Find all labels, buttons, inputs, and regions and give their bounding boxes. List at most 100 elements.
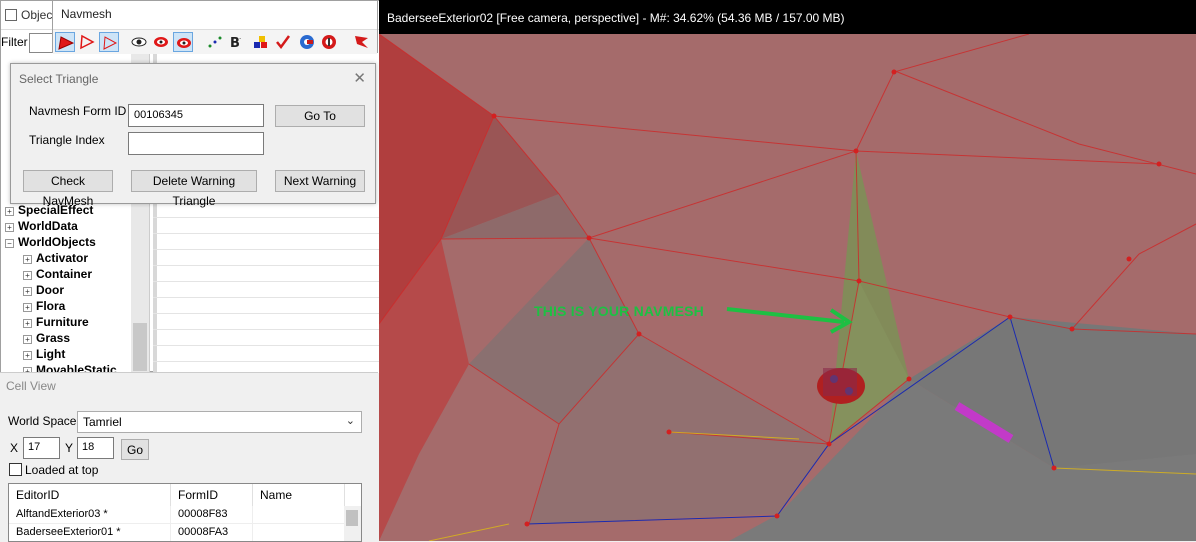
- tree-item-worldobjects[interactable]: − WorldObjects: [5, 235, 96, 251]
- tree-item-activator[interactable]: + Activator: [23, 251, 88, 267]
- hide-icon: [154, 37, 168, 47]
- tree-item-flora[interactable]: + Flora: [23, 299, 65, 315]
- cell-name: [253, 524, 345, 541]
- list-row-divider: [153, 361, 379, 362]
- list-row-divider: [153, 281, 379, 282]
- expand-icon[interactable]: +: [5, 223, 14, 232]
- cell-form-id: 00008F83: [171, 506, 253, 523]
- world-space-label: World Space: [8, 414, 77, 428]
- list-row-divider: [153, 345, 379, 346]
- find-cover-button[interactable]: [297, 32, 317, 52]
- loaded-at-top-label: Loaded at top: [25, 463, 99, 477]
- expand-icon[interactable]: +: [5, 207, 14, 216]
- warning-button[interactable]: [319, 32, 339, 52]
- select-vertex-button[interactable]: [99, 32, 119, 52]
- color-palette-icon: [254, 36, 267, 48]
- column-header-editorid[interactable]: EditorID: [9, 484, 171, 506]
- list-row-divider: [153, 265, 379, 266]
- select-edge-icon: [80, 34, 95, 50]
- column-header-name[interactable]: Name: [253, 484, 345, 506]
- tree-item-label: WorldData: [18, 219, 78, 233]
- cell-name: [253, 506, 345, 523]
- table-row[interactable]: AlftandExterior03 * 00008F83: [9, 506, 345, 524]
- x-coordinate-input[interactable]: 17: [23, 437, 60, 459]
- show-hidden-icon: [177, 38, 191, 48]
- expand-icon[interactable]: +: [23, 303, 32, 312]
- scrollbar-thumb[interactable]: [133, 323, 147, 371]
- select-triangle-button[interactable]: [55, 32, 75, 52]
- tree-item-container[interactable]: + Container: [23, 267, 92, 283]
- next-warning-button[interactable]: Next Warning: [275, 170, 365, 192]
- tree-item-label: Container: [36, 267, 93, 281]
- tree-item-label: Activator: [36, 251, 89, 265]
- navmesh-scene[interactable]: [379, 34, 1196, 541]
- list-row-divider: [153, 329, 379, 330]
- cell-list[interactable]: EditorID FormID Name AlftandExterior03 *…: [8, 483, 362, 542]
- list-scrollbar[interactable]: [344, 506, 361, 541]
- table-row[interactable]: BaderseeExterior01 * 00008FA3: [9, 524, 345, 541]
- bold-b-button[interactable]: B ·: [227, 32, 247, 52]
- cell-view-title: Cell View: [6, 379, 56, 393]
- svg-text:·: ·: [239, 35, 241, 43]
- cover-dots-button[interactable]: [205, 32, 225, 52]
- flag-button[interactable]: [351, 32, 371, 52]
- list-row-divider: [153, 249, 379, 250]
- world-space-select[interactable]: Tamriel ⌄: [77, 411, 362, 433]
- list-row-divider: [153, 217, 379, 218]
- triangle-index-input[interactable]: [128, 132, 264, 155]
- expand-icon[interactable]: +: [23, 271, 32, 280]
- tree-item-furniture[interactable]: + Furniture: [23, 315, 89, 331]
- check-button[interactable]: [273, 32, 293, 52]
- expand-icon[interactable]: +: [23, 255, 32, 264]
- cell-view-window: Cell View World Space Tamriel ⌄ X 17 Y 1…: [0, 372, 378, 542]
- find-cover-icon: [300, 35, 314, 49]
- select-edge-button[interactable]: [77, 32, 97, 52]
- filter-label: Filter: [1, 35, 28, 49]
- loaded-at-top-checkbox[interactable]: [9, 463, 22, 476]
- object-window-title: Objec: [21, 8, 53, 22]
- navmesh-form-id-label: Navmesh Form ID: [29, 104, 127, 118]
- filter-input[interactable]: [29, 33, 53, 53]
- expand-icon[interactable]: +: [23, 319, 32, 328]
- tree-item-grass[interactable]: + Grass: [23, 331, 70, 347]
- close-icon[interactable]: ✕: [353, 69, 366, 87]
- creature-object[interactable]: [817, 368, 865, 404]
- warning-icon: [322, 35, 336, 49]
- list-row-divider: [153, 297, 379, 298]
- navmesh-form-id-input[interactable]: 00106345: [128, 104, 264, 127]
- delete-warning-triangle-button[interactable]: Delete Warning Triangle: [131, 170, 257, 208]
- hide-triangles-button[interactable]: [151, 32, 171, 52]
- viewport-titlebar: BaderseeExterior02 [Free camera, perspec…: [379, 0, 1196, 34]
- cell-editor-id: BaderseeExterior01 *: [9, 524, 171, 541]
- select-vertex-icon: [103, 36, 118, 50]
- goto-button[interactable]: Go To: [275, 105, 365, 127]
- render-viewport[interactable]: BaderseeExterior02 [Free camera, perspec…: [379, 0, 1196, 541]
- window-icon: [5, 9, 17, 21]
- tree-item-label: WorldObjects: [18, 235, 96, 249]
- expand-icon[interactable]: +: [23, 287, 32, 296]
- tree-item-door[interactable]: + Door: [23, 283, 64, 299]
- bold-b-icon: B ·: [230, 35, 241, 50]
- tree-item-label: Light: [36, 347, 66, 361]
- world-space-value: Tamriel: [83, 415, 122, 429]
- toggle-visibility-button[interactable]: [129, 32, 149, 52]
- check-icon: [276, 35, 291, 50]
- expand-icon[interactable]: +: [23, 335, 32, 344]
- color-palette-button[interactable]: [251, 32, 271, 52]
- column-header-formid[interactable]: FormID: [171, 484, 253, 506]
- expand-icon[interactable]: +: [23, 351, 32, 360]
- select-triangle-dialog: Select Triangle ✕ Navmesh Form ID 001063…: [10, 63, 376, 208]
- show-hidden-button[interactable]: [173, 32, 193, 52]
- collapse-icon[interactable]: −: [5, 239, 14, 248]
- cell-form-id: 00008FA3: [171, 524, 253, 541]
- check-navmesh-button[interactable]: Check NavMesh: [23, 170, 113, 208]
- go-button[interactable]: Go: [121, 439, 149, 460]
- scrollbar-thumb[interactable]: [346, 510, 358, 526]
- y-label: Y: [65, 441, 74, 455]
- tree-item-light[interactable]: + Light: [23, 347, 65, 363]
- y-coordinate-input[interactable]: 18: [77, 437, 114, 459]
- triangle-index-label: Triangle Index: [29, 133, 105, 147]
- chevron-down-icon: ⌄: [345, 415, 355, 427]
- tree-item-worlddata[interactable]: + WorldData: [5, 219, 78, 235]
- cell-editor-id: AlftandExterior03 *: [9, 506, 171, 523]
